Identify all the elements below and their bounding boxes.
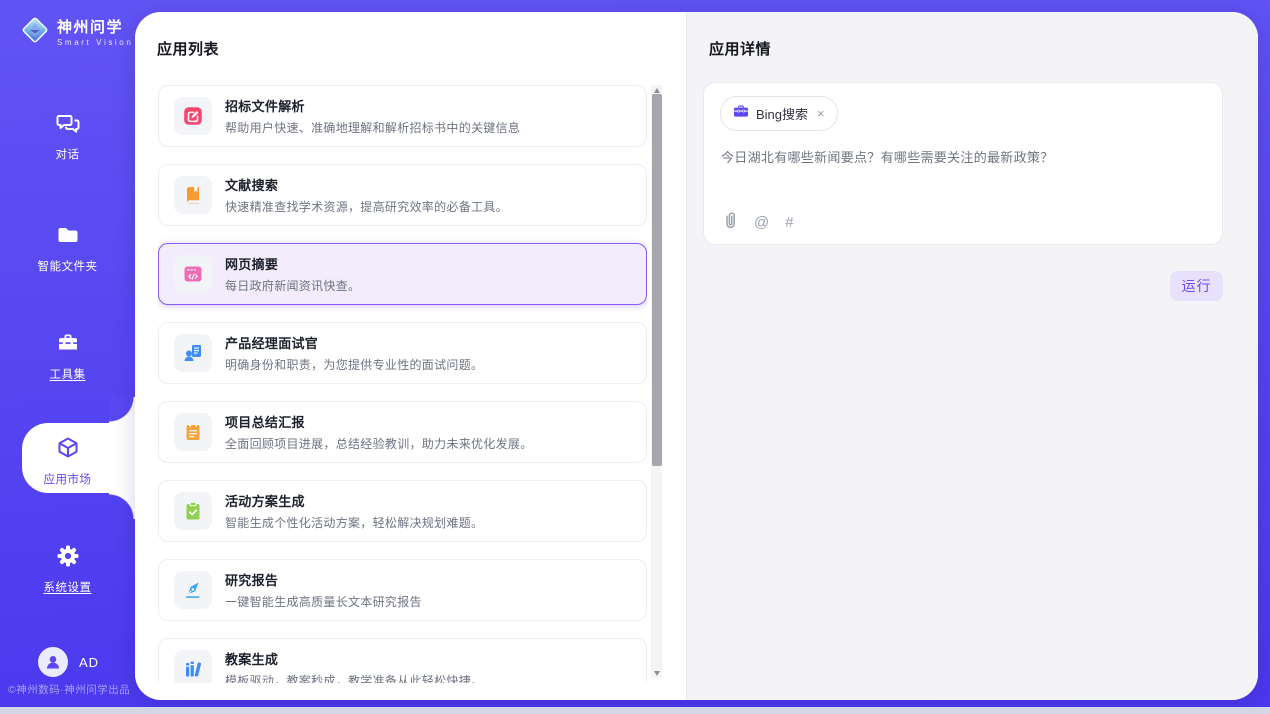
app-detail-title: 应用详情 bbox=[709, 38, 1258, 59]
person-icon bbox=[44, 653, 62, 671]
app-card-event-plan[interactable]: 活动方案生成 智能生成个性化活动方案，轻松解决规划难题。 bbox=[158, 480, 647, 542]
app-name: 项目总结汇报 bbox=[225, 412, 533, 431]
app-desc: 每日政府新闻资讯快查。 bbox=[225, 277, 360, 294]
app-card-research-report[interactable]: 研究报告 一键智能生成高质量长文本研究报告 bbox=[158, 559, 647, 621]
ink-pen-icon bbox=[174, 571, 212, 609]
brand-subtitle: Smart Vision bbox=[57, 38, 133, 47]
sidebar-item-toolset[interactable]: 工具集 bbox=[0, 330, 135, 382]
scrollbar-thumb[interactable] bbox=[652, 94, 662, 466]
app-name: 研究报告 bbox=[225, 570, 422, 589]
sidebar-item-label: 对话 bbox=[0, 146, 135, 162]
toolbox-icon bbox=[55, 330, 81, 356]
app-desc: 快速精准查找学术资源，提高研究效率的必备工具。 bbox=[225, 198, 508, 215]
pen-square-icon bbox=[174, 97, 212, 135]
app-card-literature-search[interactable]: 文献搜索 快速精准查找学术资源，提高研究效率的必备工具。 bbox=[158, 164, 647, 226]
user-name: AD bbox=[79, 655, 99, 670]
brand-name: 神州问学 bbox=[57, 19, 133, 36]
app-card-lesson-plan[interactable]: 教案生成 模板驱动，教案秒成，教学准备从此轻松快捷。 bbox=[158, 638, 647, 683]
app-card-bid-analysis[interactable]: 招标文件解析 帮助用户快速、准确地理解和解析招标书中的关键信息 bbox=[158, 85, 647, 147]
app-desc: 一键智能生成高质量长文本研究报告 bbox=[225, 593, 422, 610]
user-account[interactable]: AD bbox=[38, 647, 99, 677]
window-bottom-edge bbox=[0, 707, 1270, 714]
avatar bbox=[38, 647, 68, 677]
app-name: 教案生成 bbox=[225, 649, 483, 668]
app-window: 神州问学 Smart Vision 对话 智能文件夹 bbox=[0, 0, 1270, 714]
chat-icon bbox=[55, 110, 81, 136]
app-desc: 明确身份和职责，为您提供专业性的面试问题。 bbox=[225, 356, 483, 373]
run-button[interactable]: 运行 bbox=[1170, 271, 1223, 301]
app-name: 活动方案生成 bbox=[225, 491, 483, 510]
app-card-project-summary[interactable]: 项目总结汇报 全面回顾项目进展，总结经验教训，助力未来优化发展。 bbox=[158, 401, 647, 463]
bubble-notch-bottom bbox=[109, 493, 135, 519]
notepad-icon bbox=[174, 413, 212, 451]
app-desc: 智能生成个性化活动方案，轻松解决规划难题。 bbox=[225, 514, 483, 531]
app-list: 招标文件解析 帮助用户快速、准确地理解和解析招标书中的关键信息 文献搜索 快速精… bbox=[158, 85, 647, 683]
app-desc: 模板驱动，教案秒成，教学准备从此轻松快捷。 bbox=[225, 672, 483, 683]
app-desc: 全面回顾项目进展，总结经验教训，助力未来优化发展。 bbox=[225, 435, 533, 452]
tool-tag-bing-search[interactable]: Bing搜索 × bbox=[720, 96, 838, 131]
gear-icon bbox=[55, 543, 81, 569]
book-icon bbox=[174, 176, 212, 214]
prompt-card: Bing搜索 × 今日湖北有哪些新闻要点？有哪些需要关注的最新政策？ @ # bbox=[703, 82, 1223, 245]
clipboard-check-icon bbox=[174, 492, 212, 530]
app-name: 文献搜索 bbox=[225, 175, 508, 194]
paperclip-icon[interactable] bbox=[721, 211, 738, 234]
sidebar: 神州问学 Smart Vision 对话 智能文件夹 bbox=[0, 0, 135, 707]
app-name: 网页摘要 bbox=[225, 254, 360, 273]
app-name: 产品经理面试官 bbox=[225, 333, 483, 352]
app-detail-panel: 应用详情 Bing搜索 × 今日湖北有哪些新 bbox=[686, 12, 1258, 700]
sidebar-item-chat[interactable]: 对话 bbox=[0, 110, 135, 162]
books-icon bbox=[174, 650, 212, 683]
diamond-logo-icon bbox=[20, 15, 50, 50]
app-list-panel: 应用列表 招标文件解析 帮助用户快速、准确地理解和解析招标书中的关键信息 bbox=[135, 12, 686, 700]
sidebar-item-label: 工具集 bbox=[0, 366, 135, 382]
prompt-toolbar: @ # bbox=[721, 211, 794, 234]
bubble-notch-top bbox=[109, 397, 135, 423]
close-icon[interactable]: × bbox=[817, 107, 825, 120]
sidebar-item-app-market[interactable]: 应用市场 bbox=[0, 435, 135, 487]
sidebar-item-label: 系统设置 bbox=[0, 579, 135, 595]
brand-logo: 神州问学 Smart Vision bbox=[20, 15, 133, 50]
browser-icon bbox=[174, 255, 212, 293]
sidebar-item-smart-folder[interactable]: 智能文件夹 bbox=[0, 222, 135, 274]
sidebar-item-label: 应用市场 bbox=[0, 471, 135, 487]
app-name: 招标文件解析 bbox=[225, 96, 520, 115]
mention-icon[interactable]: @ bbox=[754, 214, 769, 231]
hash-icon[interactable]: # bbox=[785, 214, 793, 231]
content-card: 应用列表 招标文件解析 帮助用户快速、准确地理解和解析招标书中的关键信息 bbox=[135, 12, 1258, 700]
briefcase-icon bbox=[733, 104, 749, 123]
prompt-text[interactable]: 今日湖北有哪些新闻要点？有哪些需要关注的最新政策？ bbox=[721, 147, 1054, 166]
tool-tag-label: Bing搜索 bbox=[756, 104, 808, 123]
cube-icon bbox=[55, 435, 81, 461]
app-card-pm-interviewer[interactable]: 产品经理面试官 明确身份和职责，为您提供专业性的面试问题。 bbox=[158, 322, 647, 384]
folder-icon bbox=[55, 222, 81, 248]
app-card-web-summary[interactable]: 网页摘要 每日政府新闻资讯快查。 bbox=[158, 243, 647, 305]
interviewer-icon bbox=[174, 334, 212, 372]
scroll-down-icon[interactable] bbox=[651, 668, 662, 678]
sidebar-item-label: 智能文件夹 bbox=[0, 258, 135, 274]
app-desc: 帮助用户快速、准确地理解和解析招标书中的关键信息 bbox=[225, 119, 520, 136]
copyright-text: ©神州数码·神州问学出品 bbox=[8, 682, 130, 697]
app-list-title: 应用列表 bbox=[157, 38, 686, 59]
sidebar-item-settings[interactable]: 系统设置 bbox=[0, 543, 135, 595]
app-list-scrollbar[interactable] bbox=[651, 85, 662, 678]
